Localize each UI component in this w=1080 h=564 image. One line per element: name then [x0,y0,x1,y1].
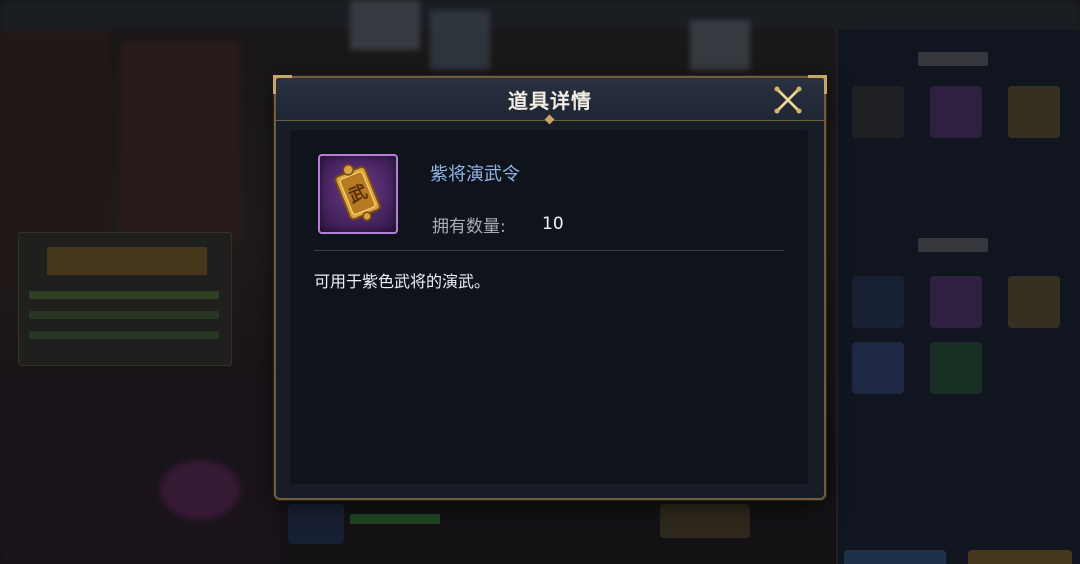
item-detail-dialog: 道具详情 武 紫将演武令 拥有数量: 10 可用于紫色武将的演武。 [273,75,827,500]
divider [314,250,784,251]
quantity-label: 拥有数量: [432,217,506,237]
item-name: 紫将演武令 [430,164,520,185]
item-description: 可用于紫色武将的演武。 [314,272,491,291]
item-icon-frame: 武 [318,154,398,234]
wu-token-icon: 武 [334,164,381,222]
header-ornament [544,114,555,125]
close-button[interactable] [772,84,804,116]
dialog-title: 道具详情 [508,89,592,113]
quantity-value: 10 [542,214,564,234]
close-icon [774,86,802,114]
dialog-header: 道具详情 [276,78,824,125]
dialog-body: 武 紫将演武令 拥有数量: 10 可用于紫色武将的演武。 [290,130,808,484]
